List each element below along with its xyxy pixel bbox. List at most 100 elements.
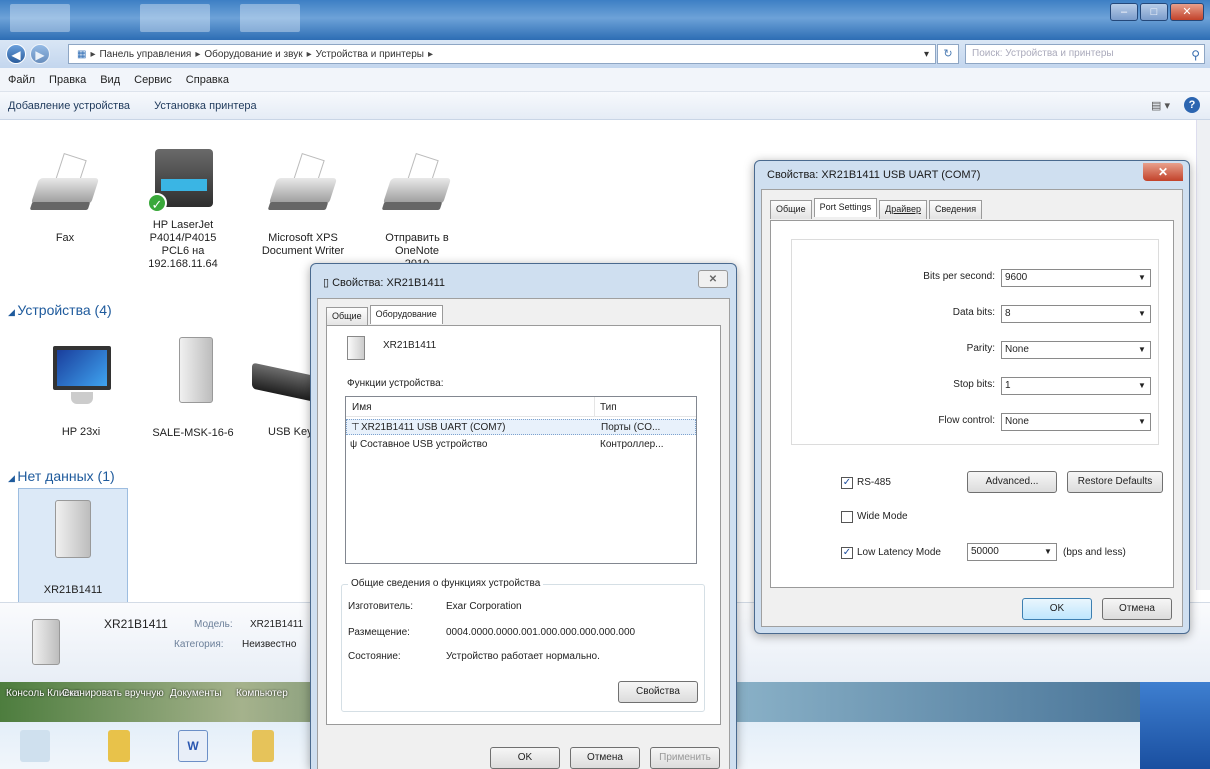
group-header-devices[interactable]: ◢ Устройства (4) — [8, 302, 112, 318]
close-dialog-button[interactable]: ✕ — [698, 270, 728, 288]
device-label: HP 23xi — [61, 426, 101, 438]
table-row[interactable]: ⊤ XR21B1411 USB UART (COM7) Порты (CO... — [346, 419, 696, 435]
chevron-down-icon[interactable]: ▾ — [924, 49, 929, 60]
device-properties-button[interactable]: Свойства — [618, 681, 698, 703]
desktop-label[interactable]: Сканировать вручную — [62, 688, 164, 699]
dialog-title-text: Свойства: XR21B1411 — [332, 277, 446, 289]
desktop-label[interactable]: Документы — [170, 688, 222, 699]
folder-icon[interactable] — [252, 730, 274, 762]
tab-driver[interactable]: Драйвер — [879, 200, 927, 219]
device-label: XR21B1411 — [43, 584, 103, 596]
add-device-button[interactable]: Добавление устройства — [8, 100, 130, 112]
word-icon[interactable]: W — [178, 730, 208, 762]
location-value: 0004.0000.0000.001.000.000.000.000.000 — [446, 627, 636, 638]
stop-bits-select[interactable]: 1 ▼ — [1001, 377, 1151, 395]
tab-port-settings[interactable]: Port Settings — [813, 198, 878, 217]
device-item-fax[interactable]: Fax — [10, 150, 120, 245]
maximize-button[interactable]: □ — [1140, 3, 1168, 21]
manufacturer-value: Exar Corporation — [446, 601, 522, 612]
view-options-icon[interactable]: ▤ ▾ — [1151, 99, 1170, 112]
tab-details[interactable]: Сведения — [928, 200, 983, 219]
apply-button[interactable]: Применить — [650, 747, 720, 769]
parity-label: Parity: — [966, 343, 995, 354]
chevron-down-icon: ▼ — [1138, 381, 1146, 390]
close-dialog-button[interactable]: ✕ — [1143, 163, 1183, 181]
refresh-button[interactable]: ↻ — [937, 44, 959, 64]
dialog-body: Общие Port Settings Драйвер Сведения Bit… — [761, 189, 1183, 627]
forward-button[interactable]: ▶ — [30, 44, 50, 64]
low-latency-checkbox[interactable]: ✓ — [841, 547, 853, 559]
device-label: HP LaserJet P4014/P4015 PCL6 на 192.168.… — [148, 219, 218, 270]
parity-select[interactable]: None ▼ — [1001, 341, 1151, 359]
tab-strip: Общие Port Settings Драйвер Сведения — [770, 198, 983, 219]
row-name: XR21B1411 USB UART (COM7) — [361, 422, 506, 433]
advanced-button[interactable]: Advanced... — [967, 471, 1057, 493]
ok-button[interactable]: OK — [1022, 598, 1092, 620]
address-bar[interactable]: ▦ ▸ Панель управления ▸ Оборудование и з… — [68, 44, 936, 64]
chevron-down-icon: ▼ — [1138, 309, 1146, 318]
select-value: 9600 — [1005, 272, 1028, 283]
search-input[interactable]: Поиск: Устройства и принтеры ⚲ — [965, 44, 1205, 64]
menu-tools[interactable]: Сервис — [134, 74, 172, 86]
bits-per-second-select[interactable]: 9600 ▼ — [1001, 269, 1151, 287]
ok-button[interactable]: OK — [490, 747, 560, 769]
help-icon[interactable]: ? — [1184, 97, 1200, 113]
device-item-xps-writer[interactable]: Microsoft XPS Document Writer — [248, 150, 358, 258]
latency-select[interactable]: 50000 ▼ — [967, 543, 1057, 561]
chevron-down-icon: ▼ — [1138, 417, 1146, 426]
device-item-monitor[interactable]: HP 23xi — [26, 340, 136, 439]
low-latency-label: Low Latency Mode — [857, 547, 941, 558]
chevron-right-icon: ▸ — [195, 48, 201, 60]
breadcrumb-item[interactable]: Оборудование и звук — [204, 49, 302, 60]
wide-mode-checkbox[interactable] — [841, 511, 853, 523]
generic-device-icon — [33, 498, 113, 568]
flow-control-select[interactable]: None ▼ — [1001, 413, 1151, 431]
group-header-nodata[interactable]: ◢ Нет данных (1) — [8, 468, 115, 484]
device-item-usb-key[interactable]: USB Key — [252, 340, 314, 439]
minimize-button[interactable]: – — [1110, 3, 1138, 21]
device-item-xr21b1411[interactable]: XR21B1411 — [18, 498, 128, 597]
tab-general[interactable]: Общие — [326, 307, 368, 326]
column-header-name[interactable]: Имя — [352, 402, 371, 413]
location-label: Размещение: — [348, 627, 410, 638]
device-item-onenote[interactable]: Отправить в OneNote 2010 — [362, 150, 472, 271]
details-model-value: XR21B1411 — [250, 619, 304, 630]
menu-edit[interactable]: Правка — [49, 74, 86, 86]
device-label: Fax — [55, 232, 75, 244]
device-item-computer[interactable]: SALE-MSK-16-6 — [138, 335, 248, 440]
functions-list[interactable]: Имя Тип ⊤ XR21B1411 USB UART (COM7) Порт… — [345, 396, 697, 564]
summary-legend: Общие сведения о функциях устройства — [348, 578, 544, 589]
details-model-label: Модель: — [194, 619, 233, 630]
content-scrollbar[interactable] — [1196, 120, 1210, 590]
tab-general[interactable]: Общие — [770, 200, 812, 219]
port-device-icon: ⊤ — [351, 422, 360, 433]
folder-icon[interactable] — [108, 730, 130, 762]
cancel-button[interactable]: Отмена — [570, 747, 640, 769]
menu-view[interactable]: Вид — [100, 74, 120, 86]
rs485-label: RS-485 — [857, 477, 891, 488]
fax-icon — [25, 150, 105, 220]
breadcrumb-item[interactable]: Панель управления — [99, 49, 191, 60]
breadcrumb-item[interactable]: Устройства и принтеры — [316, 49, 424, 60]
restore-defaults-button[interactable]: Restore Defaults — [1067, 471, 1163, 493]
desktop-label[interactable]: Компьютер — [236, 688, 288, 699]
device-small-icon: ▯ — [323, 277, 333, 289]
close-window-button[interactable]: ✕ — [1170, 3, 1204, 21]
column-header-type[interactable]: Тип — [600, 402, 617, 413]
rs485-checkbox[interactable]: ✓ — [841, 477, 853, 489]
device-label: Microsoft XPS Document Writer — [261, 232, 345, 257]
desktop-corner — [1140, 682, 1210, 769]
select-value: 1 — [1005, 380, 1011, 391]
menu-help[interactable]: Справка — [186, 74, 229, 86]
data-bits-select[interactable]: 8 ▼ — [1001, 305, 1151, 323]
tab-hardware[interactable]: Оборудование — [369, 305, 443, 324]
cancel-button[interactable]: Отмена — [1102, 598, 1172, 620]
menu-file[interactable]: Файл — [8, 74, 35, 86]
document-icon[interactable] — [20, 730, 50, 762]
tab-strip: Общие Оборудование — [326, 305, 443, 326]
table-row[interactable]: ψ Составное USB устройство Контроллер... — [346, 437, 696, 453]
device-item-hp-laserjet[interactable]: ✓ HP LaserJet P4014/P4015 PCL6 на 192.16… — [128, 145, 238, 271]
add-printer-button[interactable]: Установка принтера — [154, 100, 257, 112]
back-button[interactable]: ◀ — [6, 44, 26, 64]
refresh-icon: ↻ — [943, 48, 953, 60]
